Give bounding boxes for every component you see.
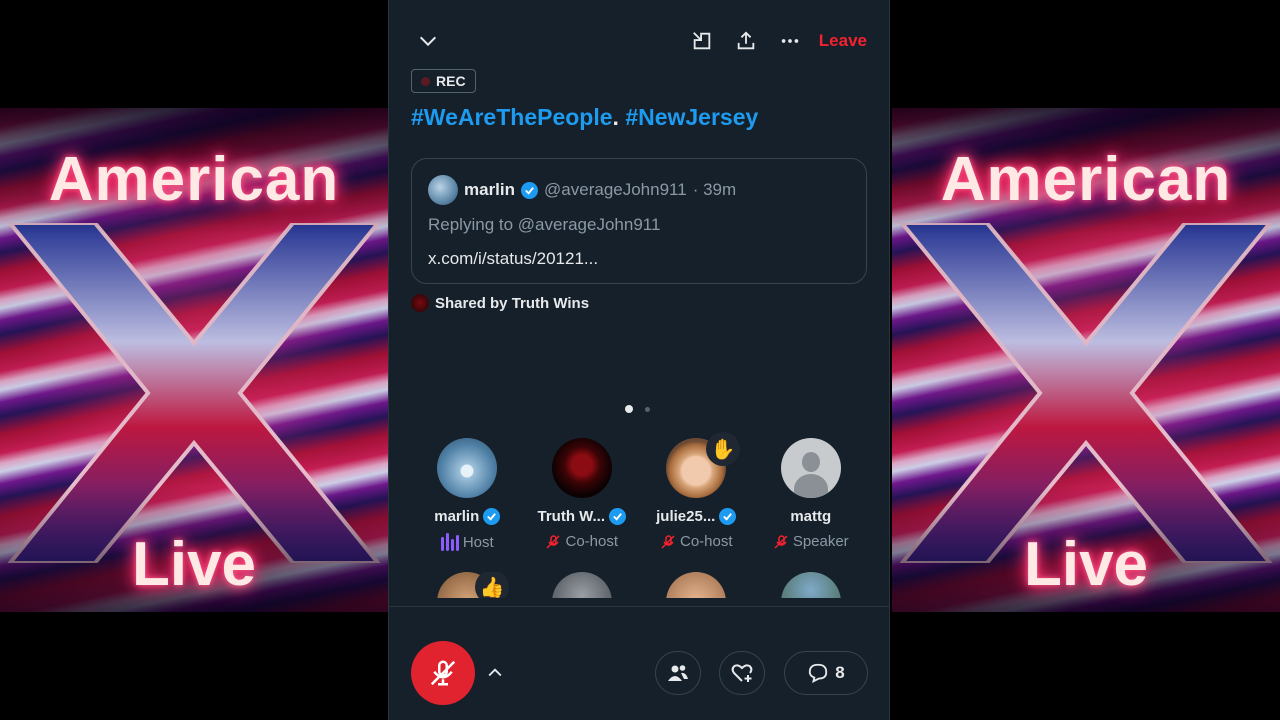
comments-button[interactable]: 8 xyxy=(784,651,868,695)
participant-name: marlin xyxy=(434,508,480,525)
participant-name-row: mattg xyxy=(790,508,831,525)
mic-off-icon xyxy=(430,660,456,686)
tweet-avatar xyxy=(428,175,458,205)
verified-icon xyxy=(609,508,626,525)
participant-role-row: Co-host xyxy=(660,533,733,550)
banner-title: American xyxy=(48,145,340,214)
pager-dot-active[interactable] xyxy=(625,405,633,413)
avatar xyxy=(780,572,841,598)
expand-button[interactable] xyxy=(483,661,507,685)
participant-role: Co-host xyxy=(565,533,619,550)
chevron-down-icon xyxy=(419,36,437,47)
avatar xyxy=(551,438,612,498)
more-icon xyxy=(781,39,799,43)
pinned-tweet-card[interactable]: marlin @averageJohn911 · 39m Replying to… xyxy=(411,158,867,284)
mic-toggle-button[interactable] xyxy=(411,641,475,705)
collapse-button[interactable] xyxy=(411,24,445,58)
verified-icon xyxy=(483,508,501,525)
shared-by-label: Shared by Truth Wins xyxy=(435,294,590,312)
chevron-up-icon xyxy=(488,668,502,677)
tweet-header: marlin @averageJohn911 · 39m xyxy=(428,175,850,205)
comments-count: 8 xyxy=(835,663,845,682)
banner-left: American Live xyxy=(0,108,388,612)
stage: American Live American Live Leave REC #W… xyxy=(0,0,1280,720)
participant-name: Truth W... xyxy=(537,508,606,525)
avatar xyxy=(437,438,498,498)
mic-off-icon xyxy=(661,534,675,549)
title-separator: . xyxy=(612,104,626,130)
participant[interactable]: ✋ julie25... Co-host xyxy=(640,432,753,551)
space-controls: 8 xyxy=(389,607,889,720)
participants-button[interactable] xyxy=(655,651,701,695)
hashtag-link[interactable]: #WeAreThePeople xyxy=(411,104,613,130)
participant-name: julie25... xyxy=(656,508,716,525)
tweet-link[interactable]: x.com/i/status/20121... xyxy=(428,249,850,269)
participants-row-2: 👍 xyxy=(411,572,869,598)
avatar xyxy=(666,572,727,598)
avatar xyxy=(780,438,841,498)
participant-role: Host xyxy=(462,533,494,551)
react-button[interactable] xyxy=(719,651,765,695)
participant[interactable]: Truth W... Co-host xyxy=(526,438,639,551)
space-panel: Leave REC #WeAreThePeople. #NewJersey ma… xyxy=(388,0,890,720)
tweet-time: · 39m xyxy=(692,180,737,199)
tweet-author-handle: @averageJohn911 xyxy=(544,180,687,199)
participant[interactable]: mattg Speaker xyxy=(755,438,868,551)
minimize-icon xyxy=(692,32,711,50)
participants-grid: marlin Host Truth W... Co-host ✋ julie25… xyxy=(411,432,869,551)
rec-label: REC xyxy=(436,73,466,89)
participant-role-row: Host xyxy=(440,533,494,551)
participant[interactable]: 👍 xyxy=(411,572,524,598)
participant[interactable] xyxy=(526,572,639,598)
raised-hand-icon: ✋ xyxy=(706,432,741,466)
thumbs-up-icon: 👍 xyxy=(475,572,510,598)
comment-icon xyxy=(809,663,828,683)
tweet-reply-context: Replying to @averageJohn911 xyxy=(428,215,661,234)
banner-title: American xyxy=(940,145,1232,214)
participant-name-row: julie25... xyxy=(656,508,737,525)
participant-role: Speaker xyxy=(792,533,849,550)
avatar: ✋ xyxy=(666,432,741,498)
participant[interactable]: marlin Host xyxy=(411,438,524,551)
mic-off-icon xyxy=(546,534,561,549)
banner-live: Live xyxy=(131,530,257,599)
participant-name-row: marlin xyxy=(434,508,501,525)
verified-icon xyxy=(719,508,737,525)
banner-right: American Live xyxy=(892,108,1280,612)
heart-plus-icon xyxy=(731,664,753,682)
shared-by: Shared by Truth Wins xyxy=(411,294,589,312)
people-icon xyxy=(668,665,688,681)
participant-name: mattg xyxy=(790,508,832,525)
avatar: 👍 xyxy=(437,572,510,598)
space-topbar: Leave xyxy=(411,24,867,58)
sharer-avatar xyxy=(411,294,429,312)
space-title: #WeAreThePeople. #NewJersey xyxy=(411,104,758,131)
mic-off-icon xyxy=(774,534,788,549)
rec-dot-icon xyxy=(421,76,430,86)
participant-role-row: Speaker xyxy=(773,533,849,550)
more-button[interactable] xyxy=(773,24,807,58)
participant[interactable] xyxy=(640,572,753,598)
share-button[interactable] xyxy=(729,24,763,58)
leave-button[interactable]: Leave xyxy=(819,31,867,51)
verified-icon xyxy=(521,181,539,199)
pager-dot[interactable] xyxy=(645,406,650,412)
hashtag-link[interactable]: #NewJersey xyxy=(625,104,758,130)
speaking-icon xyxy=(440,533,459,551)
participant-role-row: Co-host xyxy=(545,533,618,550)
tweet-author-name: marlin xyxy=(464,180,516,199)
participant[interactable] xyxy=(755,572,868,598)
carousel-pager xyxy=(625,405,650,413)
share-icon xyxy=(737,31,755,50)
rec-badge: REC xyxy=(411,69,476,93)
participant-role: Co-host xyxy=(679,533,733,550)
minimize-button[interactable] xyxy=(685,24,719,58)
participant-name-row: Truth W... xyxy=(537,508,626,525)
banner-live: Live xyxy=(1023,530,1149,599)
avatar xyxy=(551,572,612,598)
